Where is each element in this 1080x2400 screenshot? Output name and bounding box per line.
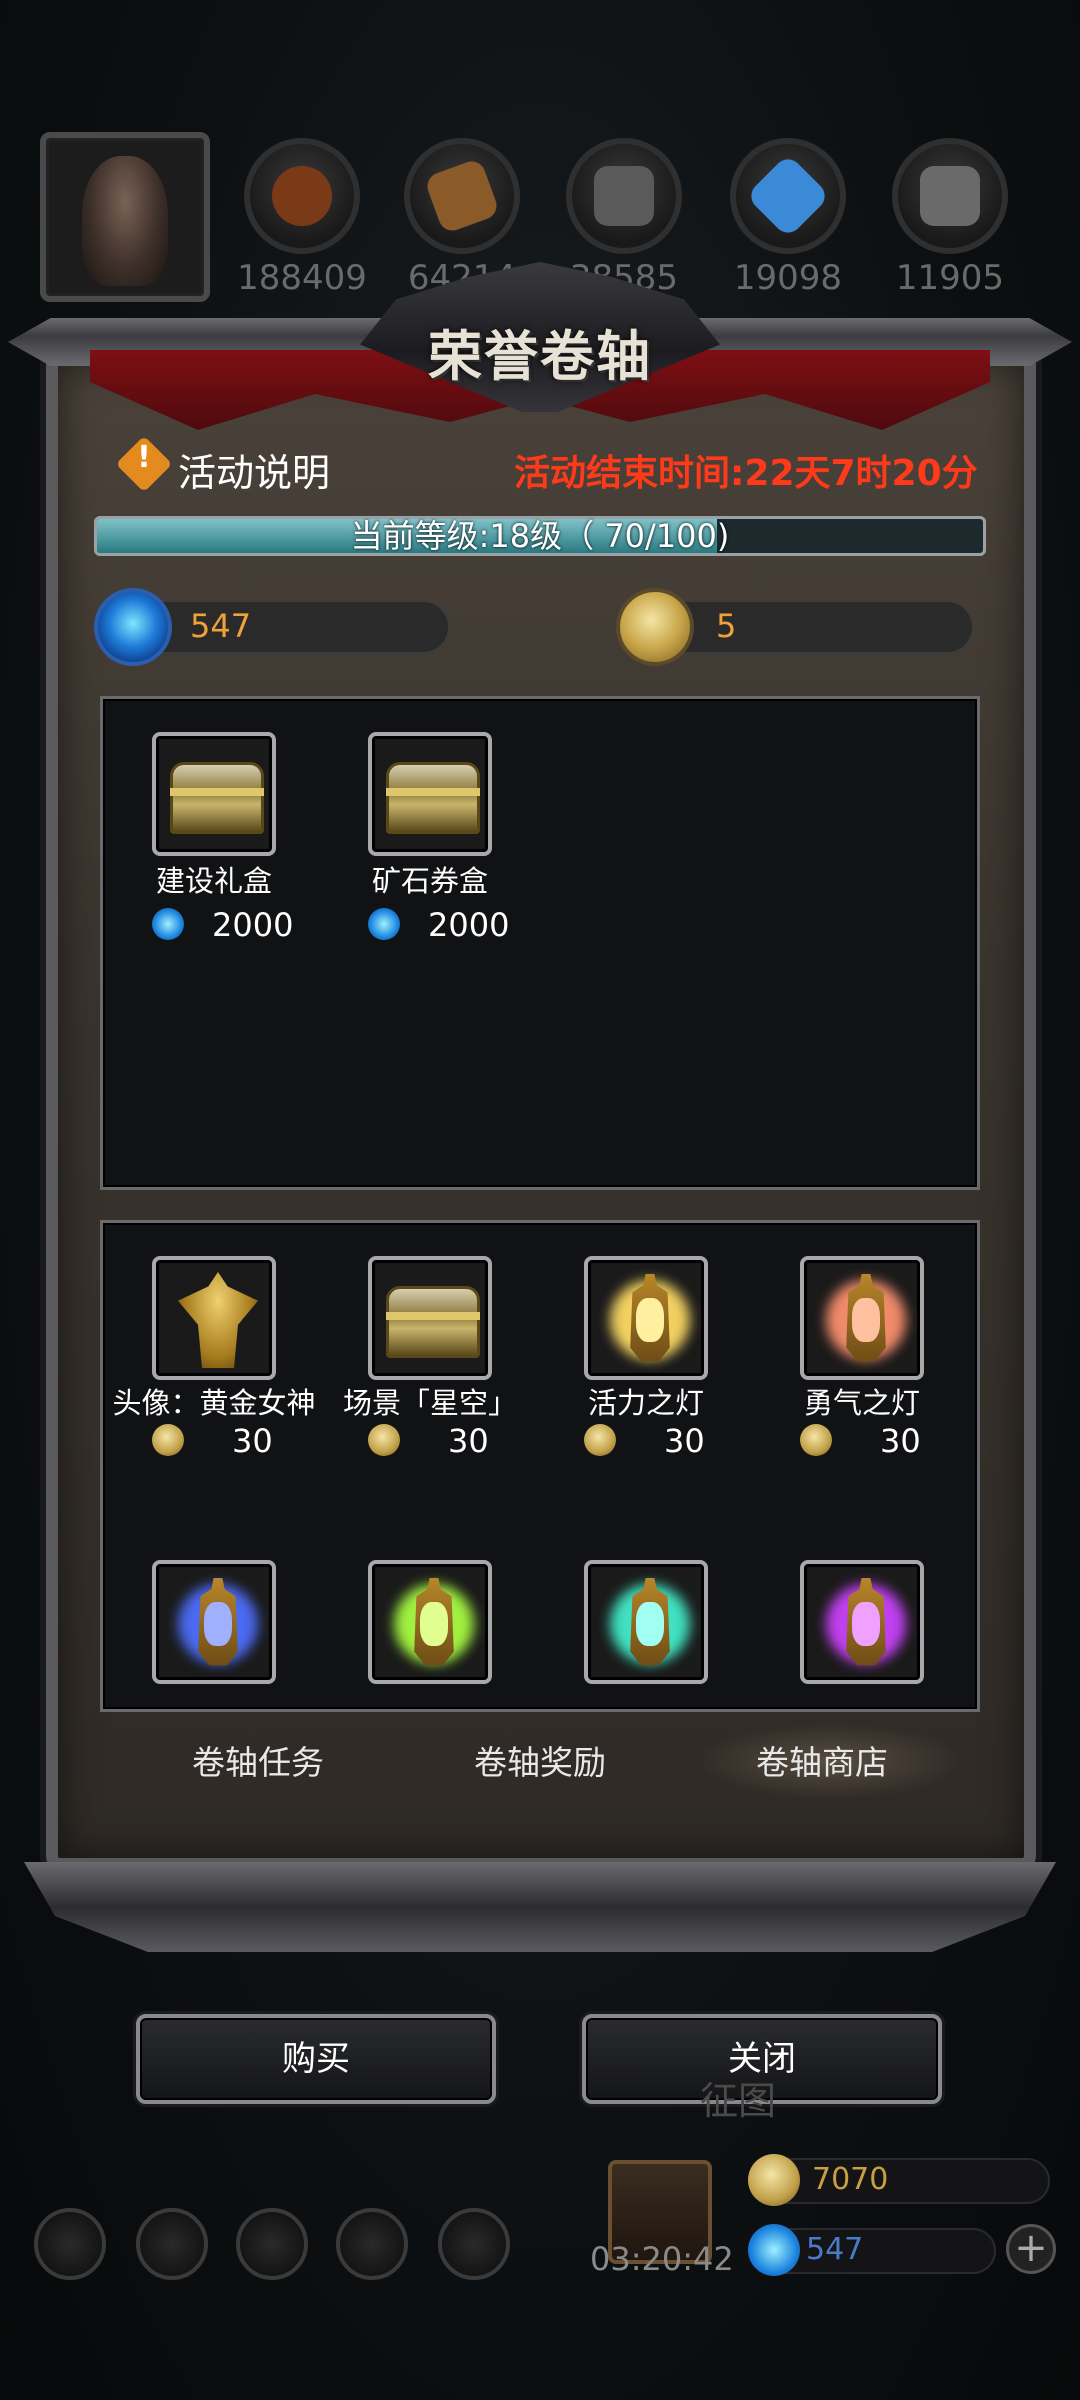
stone-icon[interactable] — [566, 138, 682, 254]
shop-item-slot[interactable] — [152, 732, 276, 856]
add-currency-button[interactable]: + — [1006, 2224, 1056, 2274]
shop-item-slot[interactable] — [152, 1256, 276, 1380]
shop-item-name: 勇气之灯 — [803, 1386, 920, 1420]
coin-price-icon — [152, 1424, 184, 1456]
coin-price-icon — [584, 1424, 616, 1456]
tab-scroll-tasks[interactable]: 卷轴任务 — [128, 1736, 388, 1784]
mail-icon[interactable] — [336, 2208, 408, 2280]
dialog-title: 荣誉卷轴 — [428, 324, 652, 388]
gem-price-icon — [368, 908, 400, 940]
crystal-value: 19098 — [733, 258, 843, 298]
map-icon[interactable] — [438, 2208, 510, 2280]
coin-price-icon — [800, 1424, 832, 1456]
shop-item-slot[interactable] — [152, 1560, 276, 1684]
shop-item-slot[interactable] — [800, 1256, 924, 1380]
alliance-icon[interactable] — [236, 2208, 308, 2280]
player-avatar[interactable] — [40, 132, 210, 302]
level-progress-text: 当前等级:18级（ 70/100) — [350, 517, 730, 555]
gem-icon — [748, 2224, 800, 2276]
shop-item-price: 2000 — [428, 906, 510, 944]
lamp-flame — [636, 1602, 664, 1646]
shop-item-name: 建设礼盒 — [155, 864, 272, 898]
crystal-icon[interactable] — [730, 138, 846, 254]
buy-button[interactable]: 购买 — [136, 2014, 496, 2104]
lamp-flame — [420, 1602, 448, 1646]
lamp-flame — [636, 1298, 664, 1342]
shop-item-price: 30 — [232, 1422, 273, 1460]
gold-value: 7070 — [812, 2162, 889, 2197]
chest-band — [170, 788, 264, 796]
gift-timer: 03:20:42 — [590, 2240, 734, 2278]
shop-item-slot[interactable] — [368, 732, 492, 856]
gem-value: 547 — [806, 2232, 864, 2267]
coin-balance: 5 — [716, 607, 737, 645]
background-label: 征图 — [700, 2079, 777, 2123]
meat-value: 188409 — [237, 258, 367, 298]
tab-scroll-rewards[interactable]: 卷轴奖励 — [410, 1736, 670, 1784]
shop-item-price: 30 — [448, 1422, 489, 1460]
gem-balance: 547 — [190, 607, 252, 645]
meat-icon[interactable] — [244, 138, 360, 254]
shop-item-price: 30 — [880, 1422, 921, 1460]
gem-price-icon — [152, 908, 184, 940]
shop-item-slot[interactable] — [368, 1256, 492, 1380]
shop-item-slot[interactable] — [800, 1560, 924, 1684]
shop-item-slot[interactable] — [368, 1560, 492, 1684]
dialog-bottom-frame — [24, 1862, 1056, 1952]
gem-icon — [94, 588, 172, 666]
settings-icon[interactable] — [34, 2208, 106, 2280]
iron-icon[interactable] — [892, 138, 1008, 254]
coin-price-icon — [368, 1424, 400, 1456]
rank-icon[interactable] — [136, 2208, 208, 2280]
shop-item-name: 活力之灯 — [587, 1386, 704, 1420]
activity-end-time: 活动结束时间:22天7时20分 — [514, 453, 978, 494]
avatar-portrait — [82, 156, 168, 286]
gold-icon — [748, 2154, 800, 2206]
iron-value: 11905 — [895, 258, 1005, 298]
shop-item-slot[interactable] — [584, 1560, 708, 1684]
wood-icon[interactable] — [404, 138, 520, 254]
lamp-flame — [852, 1298, 880, 1342]
shop-item-price: 30 — [664, 1422, 705, 1460]
warning-icon-glyph: ! — [137, 440, 151, 475]
chest-band — [386, 788, 480, 796]
shop-item-name: 场景「星空」 — [342, 1386, 517, 1420]
golden-goddess-icon — [178, 1272, 258, 1368]
chest-icon — [386, 762, 480, 834]
shop-item-slot[interactable] — [584, 1256, 708, 1380]
tab-scroll-shop[interactable]: 卷轴商店 — [692, 1736, 952, 1784]
gold-bar — [756, 2158, 1050, 2204]
shop-item-name: 矿石券盒 — [371, 864, 488, 898]
shop-item-name: 头像：黄金女神 — [112, 1386, 316, 1420]
shop-item-price: 2000 — [212, 906, 294, 944]
chest-band — [386, 1312, 480, 1320]
lamp-flame — [204, 1602, 232, 1646]
activity-info-link[interactable]: 活动说明 — [178, 442, 330, 497]
honor-coin-icon — [616, 588, 694, 666]
chest-icon — [386, 1286, 480, 1358]
lamp-flame — [852, 1602, 880, 1646]
chest-icon — [170, 762, 264, 834]
